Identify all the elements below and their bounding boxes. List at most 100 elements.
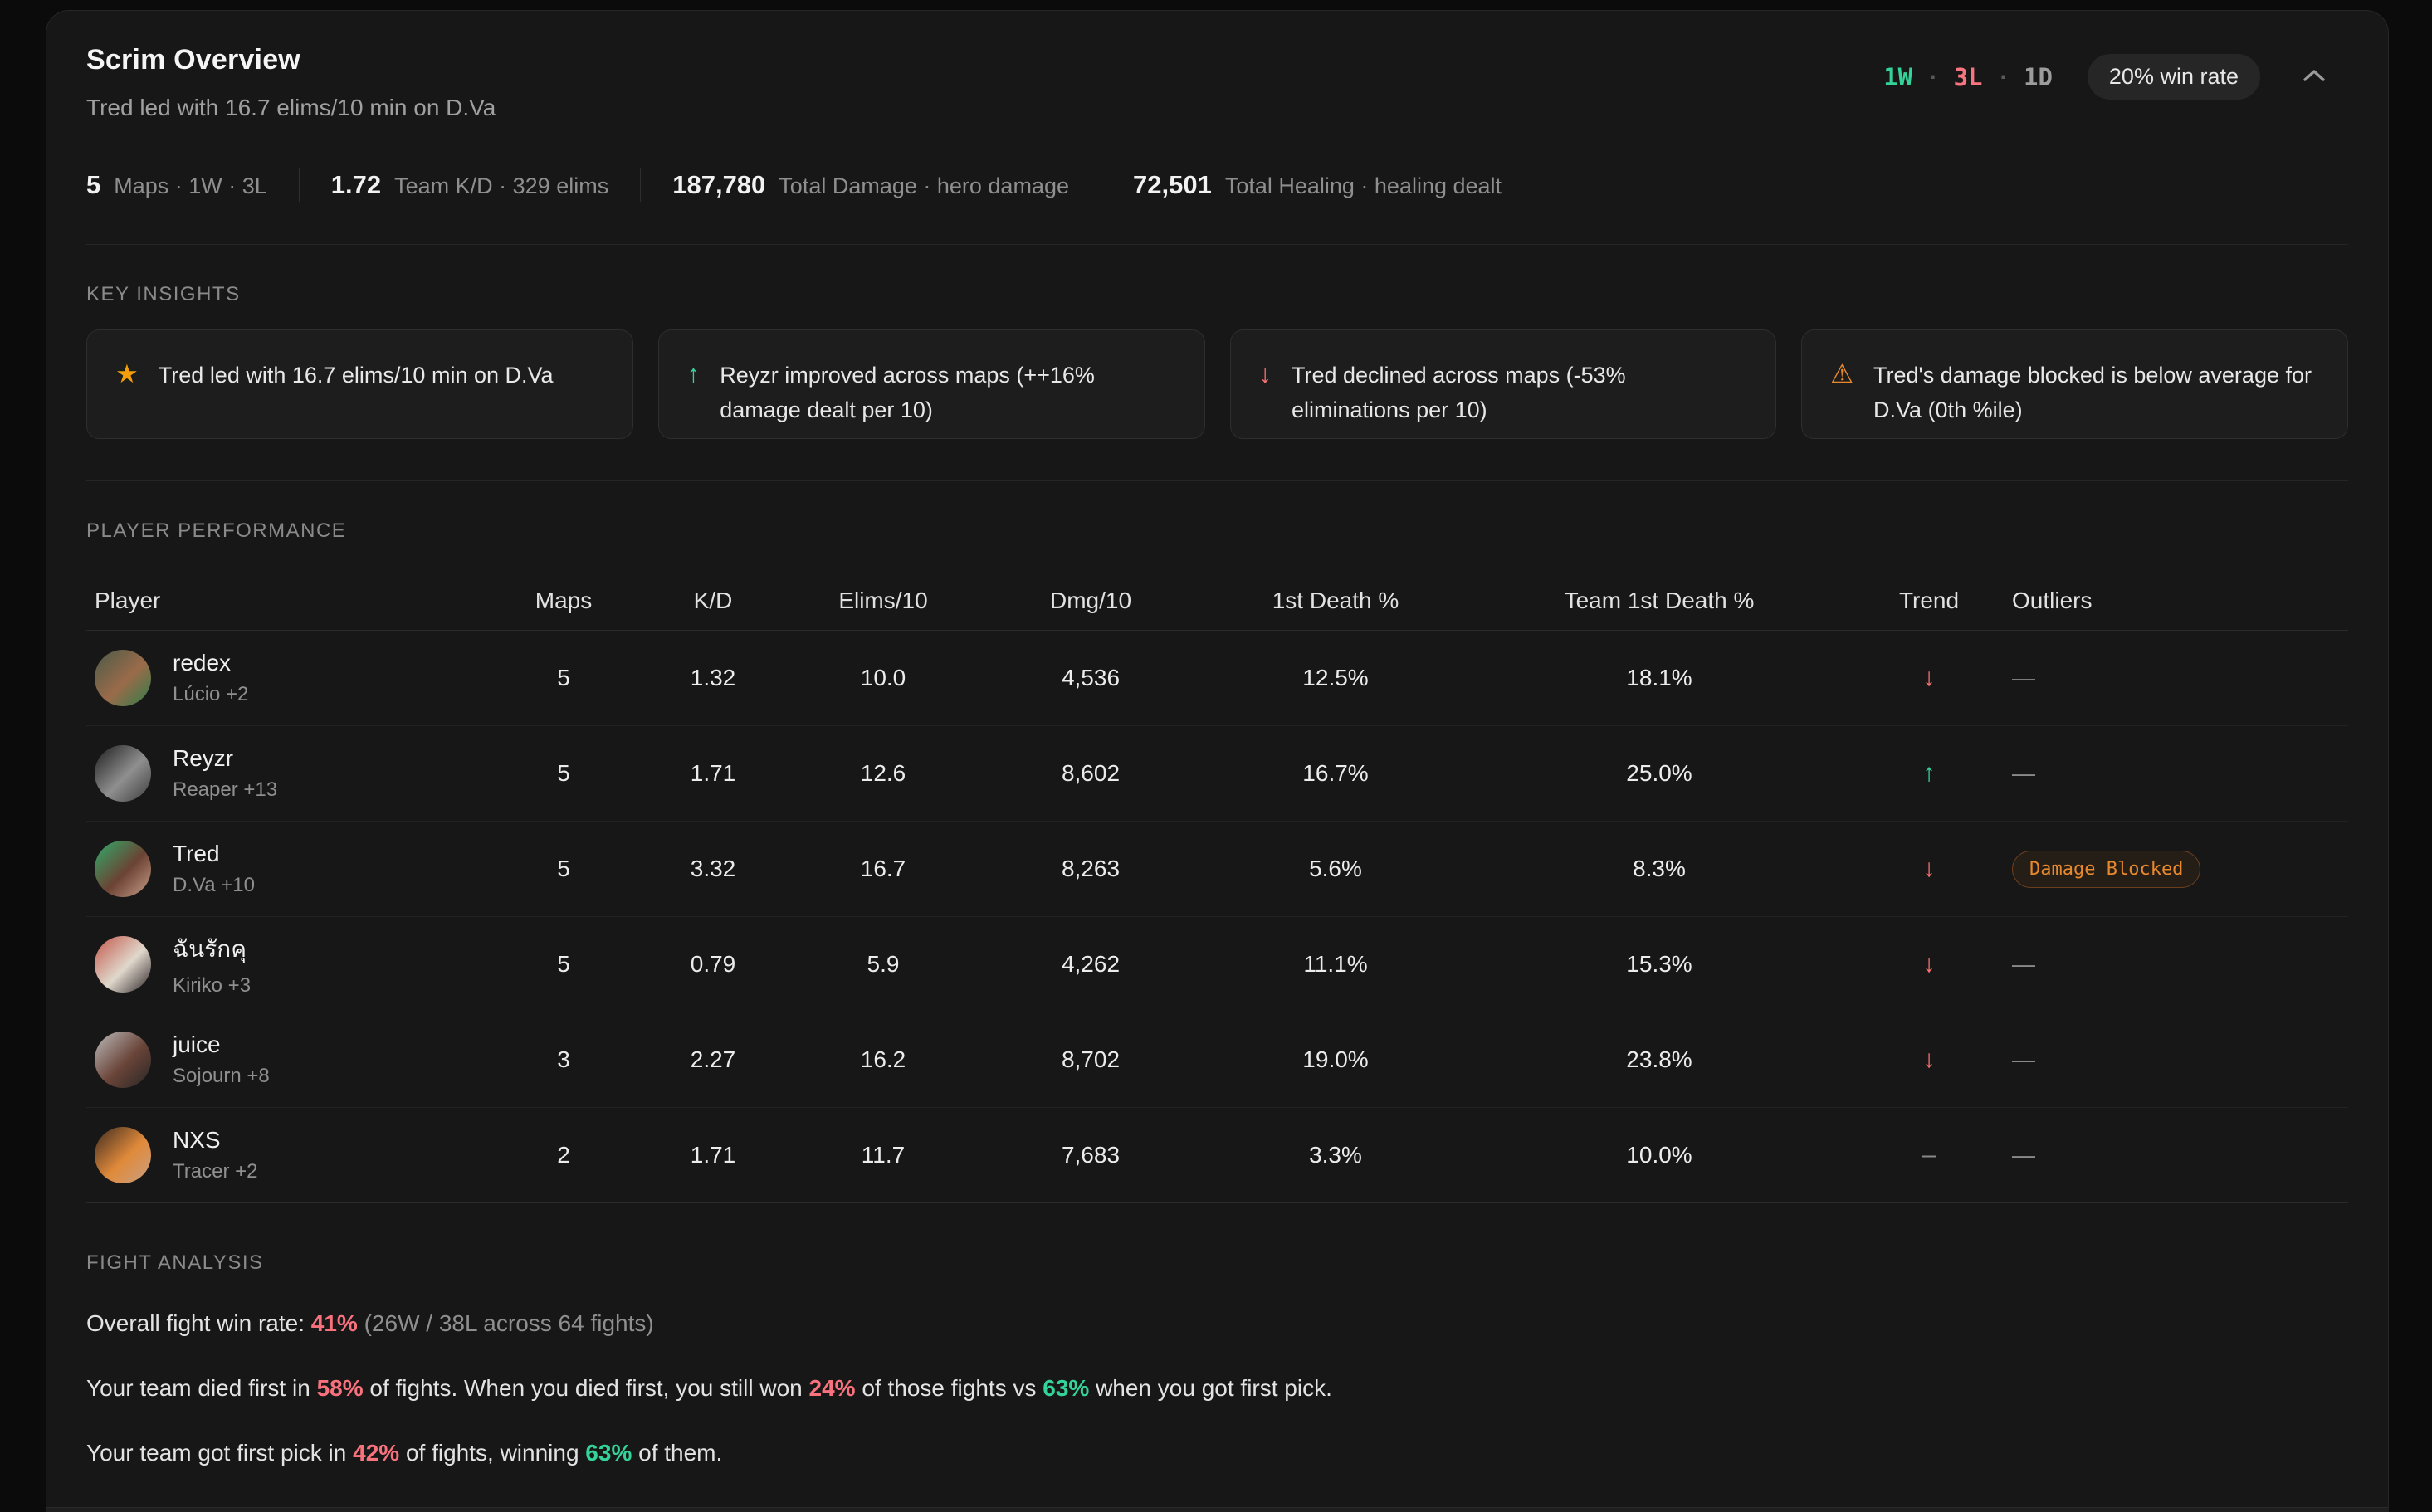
trend-down-icon: ↓ [1846,855,2012,883]
collapse-button[interactable] [2295,61,2333,93]
record-part: · [1926,63,1940,91]
first-death-cell: 5.6% [1199,856,1472,882]
player-name-box: NXS Tracer +2 [173,1127,257,1183]
column-header: Team 1st Death % [1472,588,1846,614]
elims10-cell: 16.2 [784,1046,983,1073]
fight-segment: (26W / 38L across 64 fights) [358,1310,654,1336]
player-name-box: juiceSojourn +8 [173,1032,270,1088]
player-heroes: Lúcio +2 [173,683,248,706]
fight-segment: of them. [632,1440,722,1466]
player-name: ฉันรักคุ [173,931,251,968]
fight-segment: when you got first pick. [1089,1375,1332,1401]
first-death-cell: 12.5% [1199,665,1472,691]
dmg10-cell: 8,602 [983,760,1199,787]
table-body: redexLúcio +251.3210.04,53612.5%18.1%↓—R… [86,631,2348,1203]
player-cell: TredD.Va +10 [86,841,485,897]
trend-up-icon: ↑ [1846,759,2012,788]
kd-cell: 1.32 [642,665,784,691]
kd-cell: 1.71 [642,1142,784,1168]
player-avatar [95,1127,151,1183]
insight-card: ⚠Tred's damage blocked is below average … [1801,329,2348,439]
outliers-cell: — [2012,1142,2348,1168]
summary-stat: 1.72Team K/D · 329 elims [331,170,608,200]
insight-text: Tred declined across maps (-53% eliminat… [1292,358,1747,428]
column-header: 1st Death % [1199,588,1472,614]
fight-segment: Your team got first pick in [86,1440,353,1466]
player-avatar [95,1032,151,1088]
player-name-box: redex Lúcio +2 [173,650,248,706]
fight-analysis-line: Overall fight win rate: 41% (26W / 38L a… [86,1308,2348,1339]
divider [86,480,2348,481]
player-avatar [95,650,151,706]
fight-segment: 58% [317,1375,364,1401]
dmg10-cell: 8,263 [983,856,1199,882]
player-heroes: Sojourn +8 [173,1065,270,1088]
kd-cell: 3.32 [642,856,784,882]
maps-cell: 3 [485,1046,642,1073]
maps-cell: 2 [485,1142,642,1168]
outliers-cell: — [2012,951,2348,978]
stat-divider [299,168,300,202]
fight-segment: 63% [1043,1375,1089,1401]
fight-segment: Overall fight win rate: [86,1310,311,1336]
fight-segment: 42% [353,1440,399,1466]
summary-stat: 5Maps · 1W · 3L [86,170,267,200]
first-death-cell: 16.7% [1199,760,1472,787]
elims10-cell: 12.6 [784,760,983,787]
first-death-cell: 19.0% [1199,1046,1472,1073]
player-name: Tred [173,841,255,867]
record-part: 3L [1954,63,1983,91]
player-heroes: Kiriko +3 [173,974,251,997]
outlier-dash: — [2012,951,2035,977]
insight-card: ★Tred led with 16.7 elims/10 min on D.Va [86,329,633,439]
next-card-edge [46,1507,2389,1512]
outliers-cell: — [2012,1046,2348,1073]
player-name: Reyzr [173,745,277,772]
fight-segment: 41% [311,1310,358,1336]
elims10-cell: 10.0 [784,665,983,691]
outlier-dash: — [2012,760,2035,786]
chevron-up-icon [2300,66,2328,88]
player-heroes: Tracer +2 [173,1160,257,1183]
first-death-cell: 11.1% [1199,951,1472,978]
insight-text: Reyzr improved across maps (++16% damage… [720,358,1175,428]
column-header: K/D [642,588,784,614]
table-row: juiceSojourn +832.2716.28,70219.0%23.8%↓… [86,1012,2348,1108]
column-header: Outliers [2012,588,2348,614]
insight-card: ↓ Tred declined across maps (-53% elimina… [1230,329,1777,439]
dmg10-cell: 7,683 [983,1142,1199,1168]
record-part: 1D [2024,63,2053,91]
trend-flat-icon: – [1846,1141,2012,1169]
table-row: TredD.Va +1053.3216.78,2635.6%8.3%↓Damag… [86,822,2348,917]
dmg10-cell: 8,702 [983,1046,1199,1073]
fight-analysis-label: FIGHT ANALYSIS [86,1251,2348,1275]
team-first-death-cell: 15.3% [1472,951,1846,978]
table-row: ReyzrReaper +1351.7112.68,60216.7%25.0%↑… [86,726,2348,822]
stat-label: Total Damage · hero damage [779,173,1069,199]
elims10-cell: 11.7 [784,1142,983,1168]
scrim-overview-panel: Scrim Overview Tred led with 16.7 elims/… [46,10,2389,1512]
stat-value: 187,780 [672,170,765,200]
maps-cell: 5 [485,760,642,787]
column-header: Trend [1846,588,2012,614]
arrow-up-icon: ↑ [687,358,701,391]
column-header: Dmg/10 [983,588,1199,614]
header-right: 1W·3L·1D 20% win rate [1883,54,2333,100]
record-part: · [1996,63,2010,91]
player-name-box: TredD.Va +10 [173,841,255,897]
stat-value: 5 [86,170,100,200]
trend-down-icon: ↓ [1846,950,2012,978]
player-name: redex [173,650,248,676]
player-cell: Reyzr Reaper +13 [86,745,485,802]
summary-stat: 72,501Total Healing · healing dealt [1133,170,1502,200]
elims10-cell: 16.7 [784,856,983,882]
player-heroes: Reaper +13 [173,778,277,802]
player-cell: redex Lúcio +2 [86,650,485,706]
outliers-cell: Damage Blocked [2012,851,2348,888]
table-row: redexLúcio +251.3210.04,53612.5%18.1%↓— [86,631,2348,726]
arrow-down-icon: ↓ [1259,358,1272,391]
column-header: Player [86,588,485,614]
player-name: NXS [173,1127,257,1154]
stat-value: 72,501 [1133,170,1212,200]
maps-cell: 5 [485,665,642,691]
